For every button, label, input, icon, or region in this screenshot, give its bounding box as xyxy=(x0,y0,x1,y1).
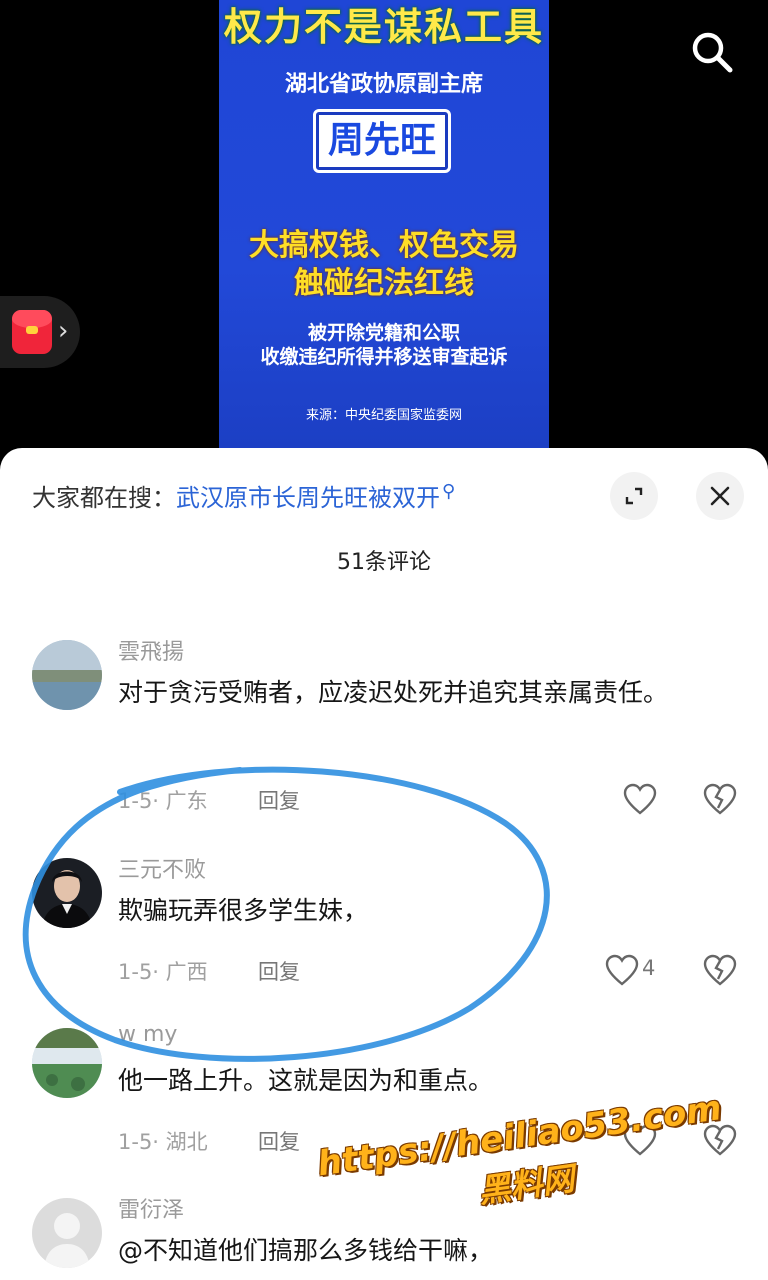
comment-text: 他一路上升。这就是因为和重点。 xyxy=(118,1066,494,1095)
avatar[interactable] xyxy=(32,640,102,710)
dislike-button[interactable] xyxy=(702,782,738,816)
comment-text: 对于贪污受贿者，应凌迟处死并追究其亲属责任。 xyxy=(118,678,669,707)
poster-name-box: 周先旺 xyxy=(313,109,451,173)
search-suggestion-prefix: 大家都在搜： xyxy=(32,484,176,512)
comment-meta: 1-5· 广东 xyxy=(118,789,208,813)
search-suggestion: 大家都在搜：武汉原市长周先旺被双开 ⚲ xyxy=(32,478,455,513)
comment-username[interactable]: 雷衍泽 xyxy=(118,1192,184,1224)
red-packet-icon xyxy=(12,310,52,354)
expand-icon xyxy=(625,487,643,505)
reply-button[interactable]: 回复 xyxy=(258,956,300,986)
video-player[interactable]: 权力不是谋私工具 湖北省政协原副主席 周先旺 大搞权钱、权色交易 触碰纪法红线 … xyxy=(0,0,768,460)
red-packet-button[interactable]: › xyxy=(0,296,80,368)
search-icon xyxy=(692,32,733,73)
close-icon xyxy=(710,486,730,506)
comment-text: 欺骗玩弄很多学生妹， xyxy=(118,896,369,925)
search-suggestion-link[interactable]: 武汉原市长周先旺被双开 xyxy=(176,484,440,512)
video-poster: 权力不是谋私工具 湖北省政协原副主席 周先旺 大搞权钱、权色交易 触碰纪法红线 … xyxy=(219,0,549,448)
like-button[interactable] xyxy=(622,1123,658,1157)
comment-sheet: 大家都在搜：武汉原市长周先旺被双开 ⚲ 51条评论 雲飛揚 对于贪污受贿者，应凌迟… xyxy=(0,448,768,1280)
comment-text: @不知道他们搞那么多钱给干嘛， xyxy=(118,1236,494,1265)
dislike-button[interactable] xyxy=(702,953,738,987)
comment-meta: 1-5· 广西 xyxy=(118,960,208,984)
like-button[interactable] xyxy=(622,782,658,816)
poster-action-line-1: 被开除党籍和公职 xyxy=(307,322,460,344)
broken-heart-icon xyxy=(703,783,737,815)
close-button[interactable] xyxy=(696,472,744,520)
chevron-right-icon: › xyxy=(58,316,69,346)
dislike-button[interactable] xyxy=(702,1123,738,1157)
avatar[interactable] xyxy=(32,1198,102,1268)
comment-username[interactable]: 三元不败 xyxy=(118,852,206,884)
search-button[interactable] xyxy=(688,28,736,76)
comment-username[interactable]: 雲飛揚 xyxy=(118,634,184,666)
like-button[interactable] xyxy=(604,953,640,987)
heart-icon xyxy=(605,954,639,986)
avatar[interactable] xyxy=(32,1028,102,1098)
comment-meta: 1-5· 湖北 xyxy=(118,1130,208,1154)
broken-heart-icon xyxy=(703,954,737,986)
like-count: 4 xyxy=(642,956,656,980)
poster-subtitle: 湖北省政协原副主席 xyxy=(284,72,483,97)
reply-button[interactable]: 回复 xyxy=(258,785,300,815)
poster-source: 来源：中央纪委国家监委网 xyxy=(305,408,462,423)
small-search-icon: ⚲ xyxy=(442,481,456,502)
heart-icon xyxy=(623,1124,657,1156)
expand-button[interactable] xyxy=(610,472,658,520)
poster-name: 周先旺 xyxy=(327,120,436,161)
avatar[interactable] xyxy=(32,858,102,928)
poster-action-line-2: 收缴违纪所得并移送审查起诉 xyxy=(260,346,508,368)
broken-heart-icon xyxy=(703,1124,737,1156)
heart-icon xyxy=(623,783,657,815)
poster-charge-line-2: 触碰纪法红线 xyxy=(294,266,474,301)
comment-count: 51条评论 xyxy=(337,550,431,575)
poster-headline: 权力不是谋私工具 xyxy=(223,5,544,49)
reply-button[interactable]: 回复 xyxy=(258,1126,300,1156)
comment-username[interactable]: w my xyxy=(118,1022,177,1047)
